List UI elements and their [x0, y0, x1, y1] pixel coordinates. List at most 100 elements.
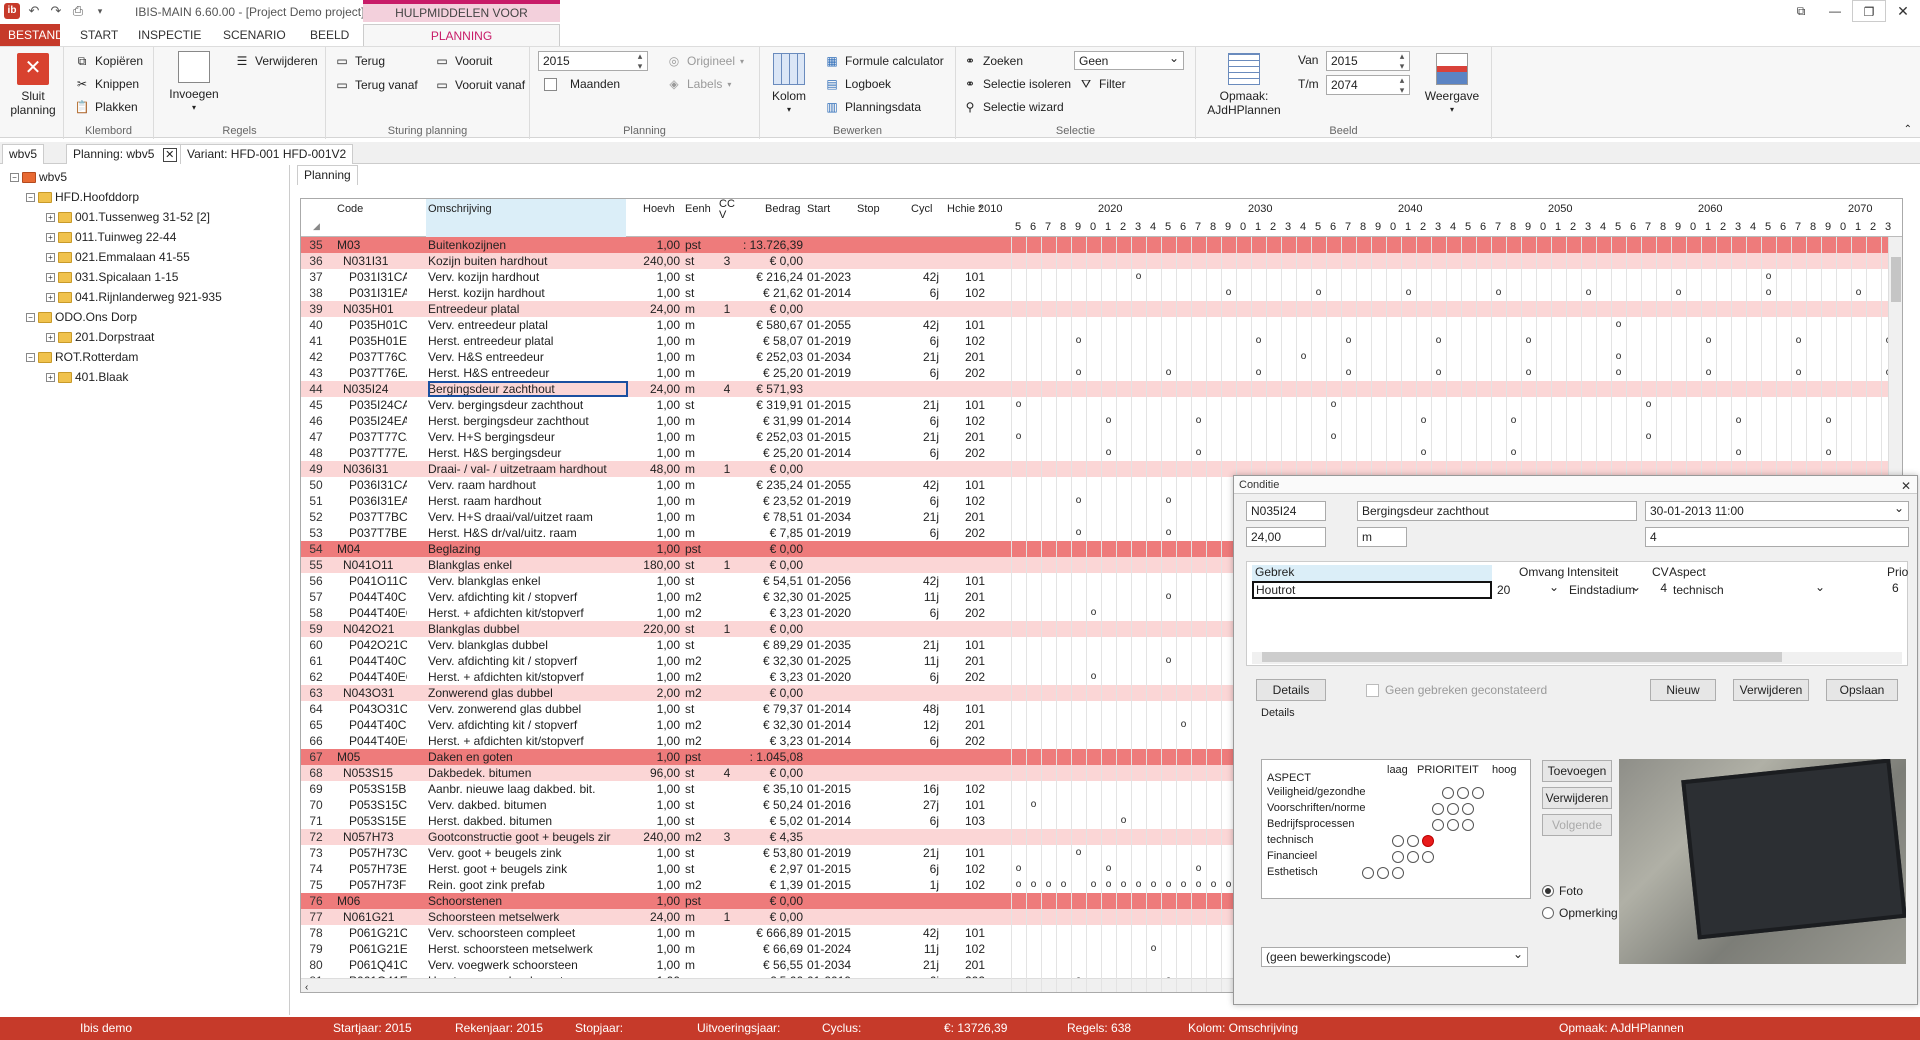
planned-action-marker[interactable]: o: [1521, 333, 1536, 349]
cell-st[interactable]: [807, 765, 853, 781]
cell-cc[interactable]: N042O21: [337, 621, 407, 637]
cell-hc[interactable]: 201: [947, 509, 985, 525]
cell-bd[interactable]: € 23,52: [737, 493, 803, 509]
cell-sp[interactable]: [857, 589, 902, 605]
cell-sp[interactable]: [857, 301, 902, 317]
cell-st[interactable]: 01-2034: [807, 957, 853, 973]
planned-action-marker[interactable]: o: [1206, 877, 1221, 893]
cell-ccv[interactable]: [720, 573, 734, 589]
cell-bd[interactable]: € 0,00: [737, 557, 803, 573]
cell-cd[interactable]: Verv. H&S entreedeur: [428, 349, 628, 365]
cell-sp[interactable]: [857, 669, 902, 685]
cell-cy[interactable]: 6j: [905, 285, 939, 301]
cell-eh[interactable]: pst: [685, 541, 715, 557]
cell-ccv[interactable]: [720, 957, 734, 973]
planned-action-marker[interactable]: o: [1071, 493, 1086, 509]
origineel-button[interactable]: ◎ Origineel ▾: [666, 53, 744, 69]
planned-action-marker[interactable]: o: [1731, 413, 1746, 429]
planned-action-marker[interactable]: o: [1086, 877, 1101, 893]
cell-st[interactable]: 01-2015: [807, 781, 853, 797]
filter-button[interactable]: ⛛ Filter: [1078, 76, 1126, 92]
priority-option-icon[interactable]: [1392, 867, 1404, 879]
toevoegen-button[interactable]: Toevoegen: [1542, 760, 1612, 782]
cell-cy[interactable]: 21j: [905, 637, 939, 653]
selectie-isoleren-button[interactable]: ⚭ Selectie isoleren: [962, 76, 1071, 92]
cell-hc[interactable]: 102: [947, 877, 985, 893]
cell-st[interactable]: 01-2019: [807, 365, 853, 381]
cell-hc[interactable]: 201: [947, 653, 985, 669]
maanden-checkbox[interactable]: Maanden: [544, 77, 620, 91]
cell-bd[interactable]: € 0,00: [737, 301, 803, 317]
planned-action-marker[interactable]: o: [1311, 285, 1326, 301]
cell-cy[interactable]: 6j: [905, 605, 939, 621]
cell-hv[interactable]: 1,00: [638, 317, 680, 333]
cell-st[interactable]: [807, 461, 853, 477]
cell-bd[interactable]: € 3,23: [737, 605, 803, 621]
planned-action-marker[interactable]: o: [1521, 365, 1536, 381]
planned-action-marker[interactable]: o: [1416, 445, 1431, 461]
cell-sp[interactable]: [857, 957, 902, 973]
cell-hv[interactable]: 2,00: [638, 685, 680, 701]
kopieren-button[interactable]: ⧉ Kopiëren: [74, 53, 143, 69]
cell-sp[interactable]: [857, 941, 902, 957]
cell-hv[interactable]: 1,00: [638, 813, 680, 829]
cell-cc[interactable]: N035I24: [337, 381, 407, 397]
cell-sp[interactable]: [857, 557, 902, 573]
planned-action-marker[interactable]: o: [1161, 525, 1176, 541]
cell-hv[interactable]: 1,00: [638, 509, 680, 525]
cell-cd[interactable]: Verv. blankglas dubbel: [428, 637, 628, 653]
tree-node[interactable]: − HFD.Hoofddorp: [26, 189, 139, 205]
cell-ccv[interactable]: [720, 637, 734, 653]
cell-eh[interactable]: m: [685, 493, 715, 509]
planned-action-marker[interactable]: o: [1176, 877, 1191, 893]
planned-action-marker[interactable]: o: [1431, 333, 1446, 349]
planned-action-marker[interactable]: o: [1041, 877, 1056, 893]
tab-beeld[interactable]: BEELD: [302, 24, 357, 46]
help-icon[interactable]: ⧉: [1784, 0, 1818, 22]
priority-option-icon[interactable]: [1457, 787, 1469, 799]
cell-cc[interactable]: N061G21: [337, 909, 407, 925]
cell-cy[interactable]: [905, 893, 939, 909]
cell-bd[interactable]: € 25,20: [737, 445, 803, 461]
cell-eh[interactable]: m: [685, 413, 715, 429]
cell-hv[interactable]: 1,00: [638, 397, 680, 413]
planned-action-marker[interactable]: o: [1191, 877, 1206, 893]
cell-hv[interactable]: 1,00: [638, 669, 680, 685]
vooruit-vanaf-button[interactable]: ▭ Vooruit vanaf: [434, 77, 525, 93]
cell-cd[interactable]: Kozijn buiten hardhout: [428, 253, 628, 269]
planned-action-marker[interactable]: o: [1086, 669, 1101, 685]
col-aspect[interactable]: Aspect: [1669, 565, 1706, 579]
expand-toggle-icon[interactable]: −: [26, 192, 35, 202]
cell-bd[interactable]: € 50,24: [737, 797, 803, 813]
cell-ccv[interactable]: 1: [720, 301, 734, 317]
zoeken-dropdown[interactable]: Geen: [1074, 51, 1184, 70]
cell-hv[interactable]: 240,00: [638, 253, 680, 269]
element-name-field[interactable]: Bergingsdeur zachthout: [1357, 501, 1637, 521]
grid-scroll-thumb[interactable]: [1891, 257, 1901, 302]
cell-ccv[interactable]: [720, 285, 734, 301]
cell-hv[interactable]: 24,00: [638, 301, 680, 317]
cell-cy[interactable]: 42j: [905, 477, 939, 493]
cell-ccv[interactable]: [720, 653, 734, 669]
cell-cd[interactable]: Herst. dakbed. bitumen: [428, 813, 628, 829]
cell-cy[interactable]: 48j: [905, 701, 939, 717]
cell-cc[interactable]: N031I31: [337, 253, 407, 269]
bewerkingscode-dropdown[interactable]: (geen bewerkingscode): [1261, 947, 1528, 967]
cell-eh[interactable]: m: [685, 445, 715, 461]
minimize-button[interactable]: —: [1818, 0, 1852, 22]
cell-st[interactable]: 01-2014: [807, 701, 853, 717]
cell-ccv[interactable]: 1: [720, 909, 734, 925]
cell-st[interactable]: [807, 253, 853, 269]
cell-cc[interactable]: N041O11: [337, 557, 407, 573]
planned-action-marker[interactable]: o: [1611, 317, 1626, 333]
cell-cy[interactable]: 6j: [905, 365, 939, 381]
cell-ccv[interactable]: [720, 525, 734, 541]
cell-eh[interactable]: st: [685, 621, 715, 637]
cell-sp[interactable]: [857, 653, 902, 669]
expand-toggle-icon[interactable]: +: [46, 372, 55, 382]
cell-cc[interactable]: P031I31CA: [337, 269, 407, 285]
cell-hc[interactable]: 103: [947, 813, 985, 829]
cell-sp[interactable]: [857, 877, 902, 893]
cell-st[interactable]: [807, 557, 853, 573]
cell-bd[interactable]: € 216,24: [737, 269, 803, 285]
